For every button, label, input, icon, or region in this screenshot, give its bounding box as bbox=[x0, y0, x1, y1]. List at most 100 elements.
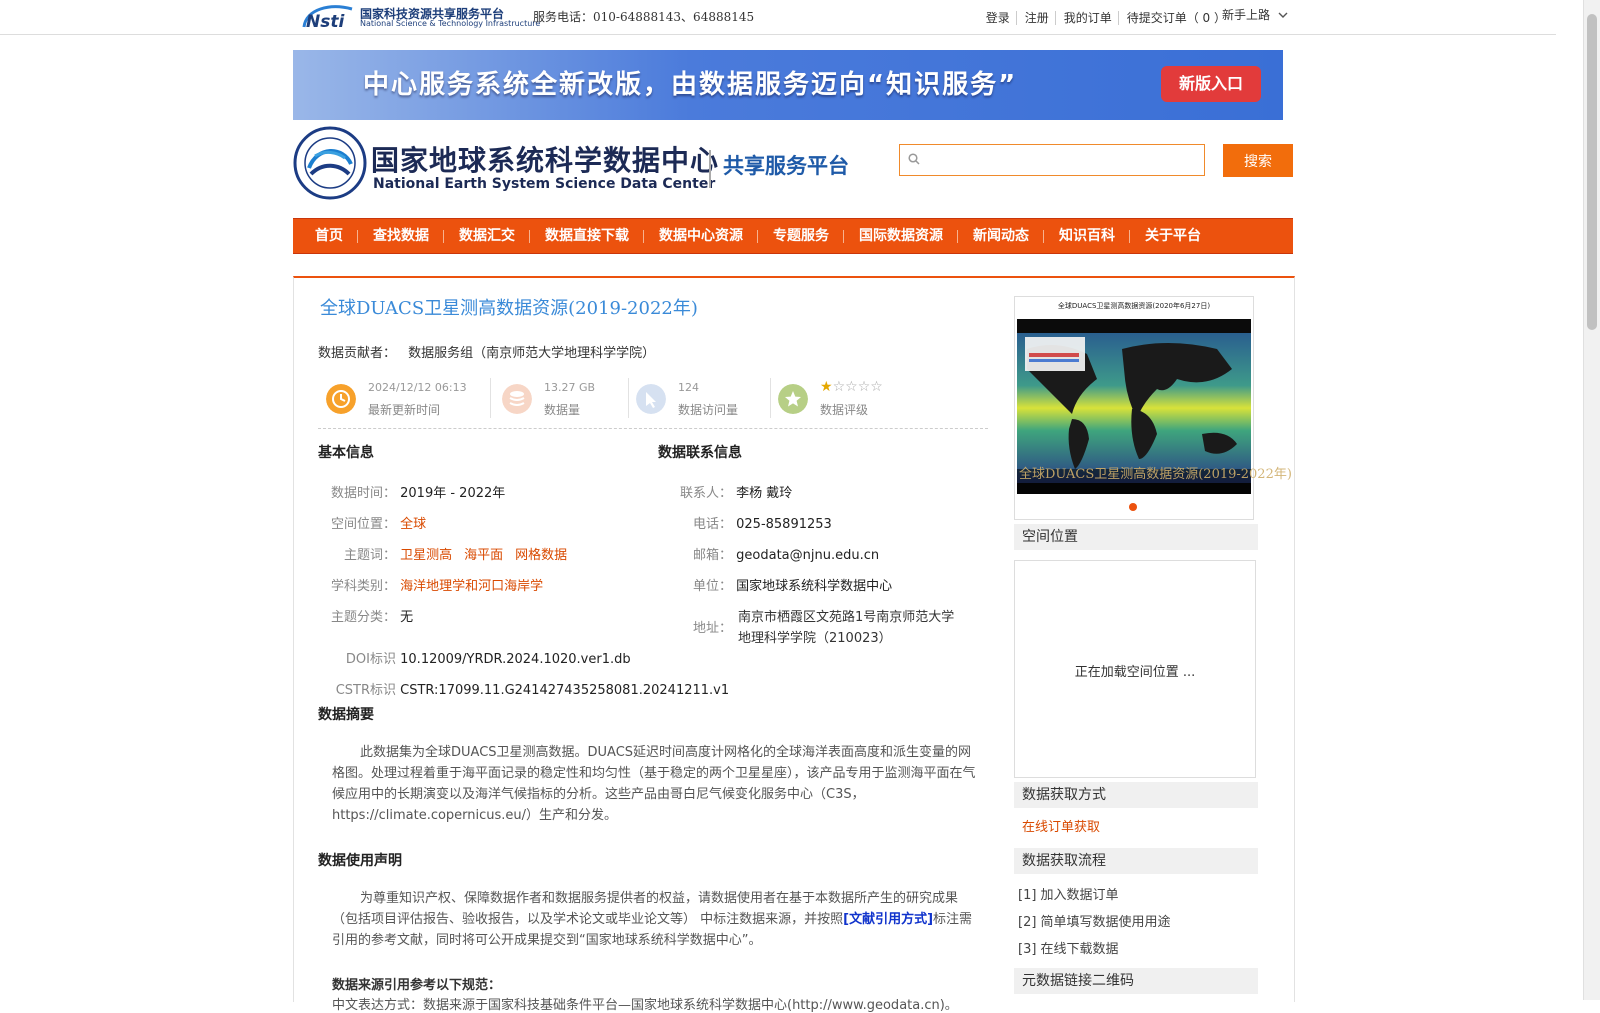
page-scrollbar[interactable] bbox=[1583, 0, 1600, 1000]
search-box[interactable] bbox=[899, 144, 1205, 176]
nav-data-submission[interactable]: 数据汇交 bbox=[444, 219, 530, 253]
stat-size: 13.27 GB 数据量 bbox=[494, 376, 624, 420]
citation-ref-cn: 中文表达方式：数据来源于国家科技基础条件平台—国家地球系统科学数据中心(http… bbox=[332, 998, 958, 1013]
nav-special-services[interactable]: 专题服务 bbox=[758, 219, 844, 253]
keyword-link[interactable]: 网格数据 bbox=[515, 548, 567, 563]
access-flow-title: 数据获取流程 bbox=[1014, 848, 1258, 874]
phone-label: 服务电话： bbox=[533, 10, 594, 24]
keyword-link[interactable]: 卫星测高 bbox=[400, 548, 452, 563]
doi-row: DOI标识 10.12009/YRDR.2024.1020.ver1.db bbox=[318, 648, 631, 667]
banner-text: 中心服务系统全新改版，由数据服务迈向“知识服务” bbox=[363, 70, 1018, 100]
flow-step: [1] 加入数据订单 bbox=[1018, 888, 1119, 903]
data-time-row: 数据时间： 2019年 - 2022年 bbox=[318, 482, 505, 501]
addr-line-1: 南京市栖霞区文苑路1号南京师范大学 bbox=[738, 610, 955, 625]
guide-label: 新手上路 bbox=[1222, 8, 1271, 22]
dataset-thumbnail-carousel[interactable]: 全球DUACS卫星测高数据资源(2020年6月27日) 全球DUACS卫星测高数… bbox=[1014, 296, 1292, 520]
stat-updated: 2024/12/12 06:13 最新更新时间 bbox=[318, 376, 488, 420]
database-icon bbox=[502, 384, 532, 414]
stat-rating: ★☆☆☆☆ 数据评级 bbox=[770, 376, 920, 420]
thumbnail-overlay-title: 全球DUACS卫星测高数据资源(2019-2022年) bbox=[1019, 467, 1292, 482]
thumbnail-caption: 全球DUACS卫星测高数据资源(2020年6月27日) bbox=[1057, 302, 1211, 310]
site-header: 国家地球系统科学数据中心 National Earth System Scien… bbox=[293, 126, 1293, 204]
carousel-dot-active[interactable] bbox=[1129, 503, 1137, 511]
row-value: 国家地球系统科学数据中心 bbox=[736, 579, 893, 594]
citation-format-link[interactable]: [文献引用方式] bbox=[843, 912, 933, 927]
platform-name: 共享服务平台 bbox=[723, 154, 849, 178]
star-filled-icon: ★ bbox=[820, 379, 833, 395]
pending-orders-link[interactable]: 待提交订单（ 0 ） bbox=[1117, 11, 1226, 25]
qr-code-title: 元数据链接二维码 bbox=[1014, 968, 1258, 994]
beginner-guide-menu[interactable]: 新手上路 bbox=[1222, 6, 1288, 23]
discipline-link[interactable]: 海洋地理学和河口海岸学 bbox=[400, 579, 543, 594]
row-key: 空间位置： bbox=[330, 517, 396, 532]
access-method-title: 数据获取方式 bbox=[1014, 782, 1258, 808]
visits-icon bbox=[636, 384, 666, 414]
usage-text: 为尊重知识产权、保障数据作者和数据服务提供者的权益，请数据使用者在基于本数据所产… bbox=[332, 888, 982, 951]
row-key: 数据时间： bbox=[330, 486, 396, 501]
svg-text:Nsti: Nsti bbox=[306, 12, 345, 31]
stat-label: 数据评级 bbox=[820, 403, 869, 417]
spatial-value-link[interactable]: 全球 bbox=[400, 517, 426, 532]
register-link[interactable]: 注册 bbox=[1015, 11, 1049, 25]
nav-center-resources[interactable]: 数据中心资源 bbox=[644, 219, 758, 253]
doi-value[interactable]: 10.12009/YRDR.2024.1020.ver1.db bbox=[400, 652, 630, 667]
row-value: 2019年 - 2022年 bbox=[400, 486, 506, 501]
row-key: 联系人： bbox=[679, 486, 732, 501]
dataset-stats: 2024/12/12 06:13 最新更新时间 13.27 GB 数据量 124… bbox=[318, 372, 988, 429]
search-button[interactable]: 搜索 bbox=[1223, 144, 1293, 177]
nav-direct-download[interactable]: 数据直接下载 bbox=[530, 219, 644, 253]
row-key: 地址： bbox=[692, 621, 732, 636]
stat-label: 数据量 bbox=[544, 403, 581, 417]
row-key: 主题词： bbox=[343, 548, 396, 563]
scrollbar-thumb[interactable] bbox=[1587, 14, 1597, 330]
star-badge-icon bbox=[778, 384, 808, 414]
category-row: 主题分类： 无 bbox=[318, 606, 413, 625]
nav-international-resources[interactable]: 国际数据资源 bbox=[844, 219, 958, 253]
online-order-link[interactable]: 在线订单获取 bbox=[1022, 816, 1100, 835]
search-input[interactable] bbox=[926, 149, 1200, 173]
redesign-banner[interactable]: 中心服务系统全新改版，由数据服务迈向“知识服务” 新版入口 bbox=[293, 50, 1283, 120]
spatial-row: 空间位置： 全球 bbox=[318, 513, 426, 532]
nsti-brand-en: National Science & Technology Infrastruc… bbox=[360, 19, 541, 28]
star-empty-icon: ☆ bbox=[845, 379, 858, 395]
star-empty-icon: ☆ bbox=[832, 379, 846, 395]
nav-news[interactable]: 新闻动态 bbox=[958, 219, 1044, 253]
rating-stars: ★☆☆☆☆ bbox=[820, 379, 883, 395]
usage-title: 数据使用声明 bbox=[318, 853, 402, 869]
row-key: 主题分类： bbox=[330, 610, 396, 625]
row-key: 邮箱： bbox=[692, 548, 732, 563]
login-link[interactable]: 登录 bbox=[978, 11, 1010, 25]
nav-find-data[interactable]: 查找数据 bbox=[358, 219, 444, 253]
row-key: 单位： bbox=[692, 579, 732, 594]
row-value: 025-85891253 bbox=[736, 517, 832, 532]
row-key: CSTR标识 bbox=[335, 683, 396, 698]
new-version-entry-button[interactable]: 新版入口 bbox=[1161, 66, 1261, 102]
contributor-value: 数据服务组（南京师范大学地理科学学院） bbox=[408, 346, 656, 361]
cstr-row: CSTR标识 CSTR:17099.11.G241427435258081.20… bbox=[318, 679, 729, 698]
main-nav: 首页 查找数据 数据汇交 数据直接下载 数据中心资源 专题服务 国际数据资源 新闻动态 知识百科… bbox=[293, 218, 1293, 254]
nav-about[interactable]: 关于平台 bbox=[1130, 219, 1216, 253]
email-value[interactable]: geodata@njnu.edu.cn bbox=[736, 548, 879, 563]
data-center-emblem-icon[interactable] bbox=[293, 126, 367, 200]
my-orders-link[interactable]: 我的订单 bbox=[1054, 11, 1112, 25]
stat-divider bbox=[490, 378, 491, 418]
contributor-label: 数据贡献者： bbox=[318, 346, 397, 361]
dataset-detail: 全球DUACS卫星测高数据资源(2019-2022年) 数据贡献者： 数据服务组… bbox=[293, 276, 1295, 1013]
header-divider bbox=[709, 150, 711, 188]
keyword-link[interactable]: 海平面 bbox=[464, 548, 503, 563]
dataset-contributor: 数据贡献者： 数据服务组（南京师范大学地理科学学院） bbox=[318, 342, 655, 361]
abstract-text: 此数据集为全球DUACS卫星测高数据。DUACS延迟时间高度计网格化的全球海洋表… bbox=[332, 745, 976, 823]
org-name-cn: 国家地球系统科学数据中心 bbox=[371, 144, 720, 177]
row-key: DOI标识 bbox=[345, 652, 396, 667]
top-links: 登录 注册 我的订单 待提交订单（ 0 ） bbox=[972, 9, 1226, 26]
nav-home[interactable]: 首页 bbox=[309, 219, 358, 253]
phone-value: 010-64888143、64888145 bbox=[593, 10, 755, 24]
nsti-logo[interactable]: Nsti 国家科技资源共享服务平台 National Science & Tec… bbox=[300, 3, 540, 31]
contact-info-title: 数据联系信息 bbox=[658, 445, 742, 461]
cstr-value[interactable]: CSTR:17099.11.G241427435258081.20241211.… bbox=[400, 683, 729, 698]
flow-step: [3] 在线下载数据 bbox=[1018, 942, 1119, 957]
nav-encyclopedia[interactable]: 知识百科 bbox=[1044, 219, 1130, 253]
flow-step: [2] 简单填写数据使用用途 bbox=[1018, 915, 1171, 930]
spatial-location-map[interactable]: 正在加载空间位置 ... bbox=[1014, 560, 1256, 778]
star-empty-icon: ☆ bbox=[870, 379, 883, 395]
